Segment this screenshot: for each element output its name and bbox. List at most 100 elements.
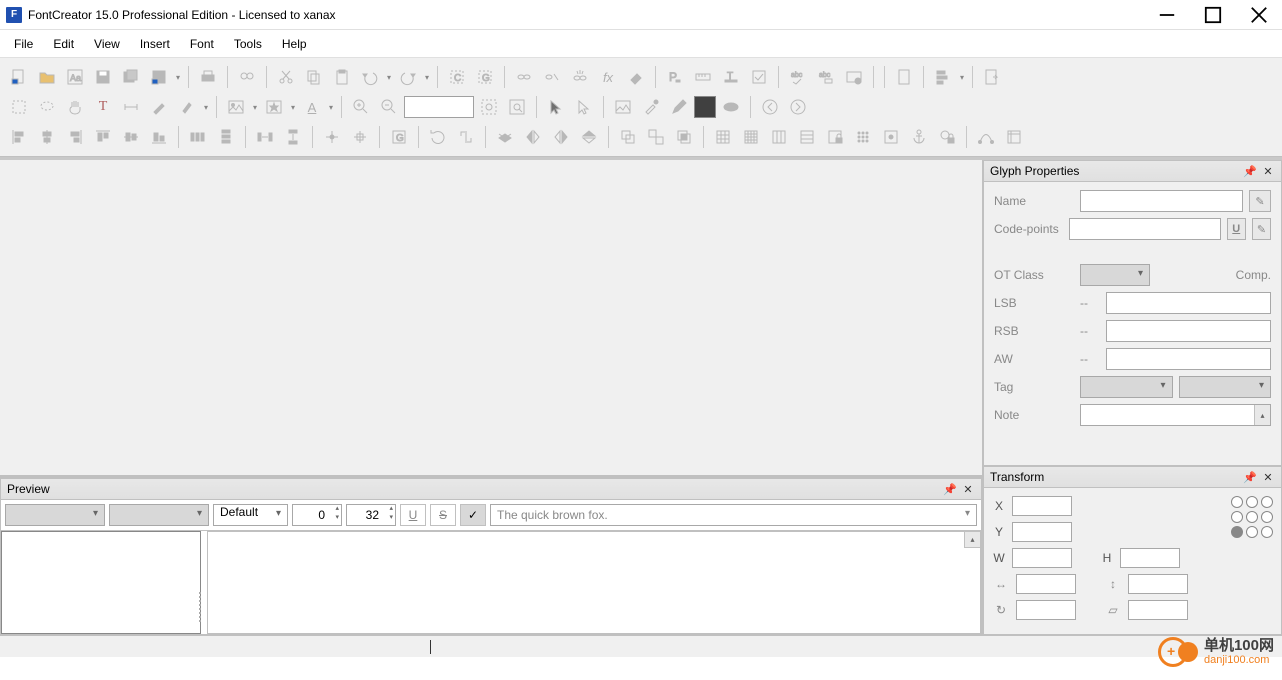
grid-dots-icon[interactable] (850, 124, 876, 150)
pen-icon[interactable] (146, 94, 172, 120)
brush-icon[interactable] (174, 94, 200, 120)
preview-render-area[interactable]: ▴ (207, 531, 981, 634)
validate-font-icon[interactable] (841, 64, 867, 90)
scale-h-input[interactable] (1128, 574, 1188, 594)
paragraph-icon[interactable]: P (662, 64, 688, 90)
align-top-obj-icon[interactable] (90, 124, 116, 150)
glyph-properties-header[interactable]: Glyph Properties 📌 ✕ (983, 160, 1282, 182)
zoom-in-icon[interactable] (348, 94, 374, 120)
save-as-dropdown[interactable]: ▾ (174, 73, 182, 82)
rotate-input[interactable] (1016, 600, 1076, 620)
anchor-grid[interactable] (1231, 496, 1273, 548)
menu-view[interactable]: View (84, 33, 130, 55)
flip-tool-icon[interactable] (453, 124, 479, 150)
color-swatch[interactable] (694, 96, 716, 118)
close-icon[interactable]: ✕ (1261, 470, 1275, 484)
strikethrough-toggle[interactable]: S (430, 504, 456, 526)
grid-rows-icon[interactable] (794, 124, 820, 150)
scale-w-input[interactable] (1016, 574, 1076, 594)
break-link-icon[interactable] (567, 64, 593, 90)
note-input[interactable]: ▴ (1080, 404, 1271, 426)
nav-forward-icon[interactable] (785, 94, 811, 120)
preview-check[interactable]: ✓ (460, 504, 486, 526)
snap-box-icon[interactable] (1001, 124, 1027, 150)
complete-composite-icon[interactable]: C (444, 64, 470, 90)
align-to-glyph-icon[interactable] (319, 124, 345, 150)
zoom-fit-icon[interactable] (476, 94, 502, 120)
group-icon[interactable] (615, 124, 641, 150)
save-icon[interactable] (90, 64, 116, 90)
grid-anchor-icon[interactable] (878, 124, 904, 150)
spacing-v-icon[interactable] (280, 124, 306, 150)
smart-dropdown[interactable]: ▾ (289, 103, 297, 112)
tag-select-1[interactable] (1080, 376, 1173, 398)
intersect-icon[interactable] (671, 124, 697, 150)
grid-lock-icon[interactable] (822, 124, 848, 150)
spellcheck-abc-icon[interactable]: abc (785, 64, 811, 90)
path-tool-icon[interactable] (973, 124, 999, 150)
preview-style-select[interactable] (109, 504, 209, 526)
grid-3x3-icon[interactable] (710, 124, 736, 150)
pin-icon[interactable]: 📌 (1243, 470, 1257, 484)
codepoints-wand-icon[interactable]: ✎ (1252, 218, 1271, 240)
glyph-box-icon[interactable]: G (386, 124, 412, 150)
lasso-icon[interactable] (34, 94, 60, 120)
align-left-obj-icon[interactable] (6, 124, 32, 150)
editor-canvas[interactable] (0, 160, 982, 475)
print-icon[interactable] (195, 64, 221, 90)
pin-icon[interactable]: 📌 (943, 482, 957, 496)
align-right-obj-icon[interactable] (62, 124, 88, 150)
ruler-icon[interactable] (690, 64, 716, 90)
preview-size-spin[interactable]: 32 (346, 504, 396, 526)
menu-tools[interactable]: Tools (224, 33, 272, 55)
preview-font-select[interactable] (5, 504, 105, 526)
pin-icon[interactable]: 📌 (1243, 164, 1257, 178)
paste-icon[interactable] (329, 64, 355, 90)
sort-dropdown[interactable]: ▾ (958, 73, 966, 82)
distribute-v-icon[interactable] (213, 124, 239, 150)
maximize-button[interactable] (1190, 0, 1236, 30)
align-to-glyph-2-icon[interactable] (347, 124, 373, 150)
spellcheck-toggle-icon[interactable]: abc (813, 64, 839, 90)
pencil-icon[interactable] (666, 94, 692, 120)
note-scroll-up-icon[interactable]: ▴ (1254, 405, 1270, 425)
measure-icon[interactable] (118, 94, 144, 120)
h-input[interactable] (1120, 548, 1180, 568)
lsb-input[interactable] (1106, 292, 1271, 314)
pan-icon[interactable] (62, 94, 88, 120)
link-icon[interactable] (511, 64, 537, 90)
zoom-selection-icon[interactable] (504, 94, 530, 120)
new-font-icon[interactable] (6, 64, 32, 90)
unlink-icon[interactable] (539, 64, 565, 90)
redo-dropdown[interactable]: ▾ (423, 73, 431, 82)
ungroup-icon[interactable] (643, 124, 669, 150)
ellipse-icon[interactable] (718, 94, 744, 120)
align-center-h-icon[interactable] (34, 124, 60, 150)
name-input[interactable] (1080, 190, 1243, 212)
flip-v-icon[interactable] (576, 124, 602, 150)
menu-help[interactable]: Help (272, 33, 317, 55)
image-icon[interactable] (223, 94, 249, 120)
nav-back-icon[interactable] (757, 94, 783, 120)
close-button[interactable] (1236, 0, 1282, 30)
eyedropper-icon[interactable] (638, 94, 664, 120)
preview-offset-spin[interactable]: 0 (292, 504, 342, 526)
menu-insert[interactable]: Insert (130, 33, 180, 55)
new-doc-icon[interactable] (891, 64, 917, 90)
pointer-black-icon[interactable] (543, 94, 569, 120)
save-all-icon[interactable] (118, 64, 144, 90)
text-tool-icon[interactable]: T (90, 94, 116, 120)
grid-cols-icon[interactable] (766, 124, 792, 150)
menu-font[interactable]: Font (180, 33, 224, 55)
spacing-h-icon[interactable] (252, 124, 278, 150)
place-image-icon[interactable] (610, 94, 636, 120)
pointer-outline-icon[interactable] (571, 94, 597, 120)
guide-lock-icon[interactable] (934, 124, 960, 150)
grid-4x4-icon[interactable] (738, 124, 764, 150)
open-icon[interactable] (34, 64, 60, 90)
rsb-input[interactable] (1106, 320, 1271, 342)
cut-icon[interactable] (273, 64, 299, 90)
save-as-icon[interactable] (146, 64, 172, 90)
image-dropdown[interactable]: ▾ (251, 103, 259, 112)
scroll-up-icon[interactable]: ▴ (964, 532, 980, 548)
